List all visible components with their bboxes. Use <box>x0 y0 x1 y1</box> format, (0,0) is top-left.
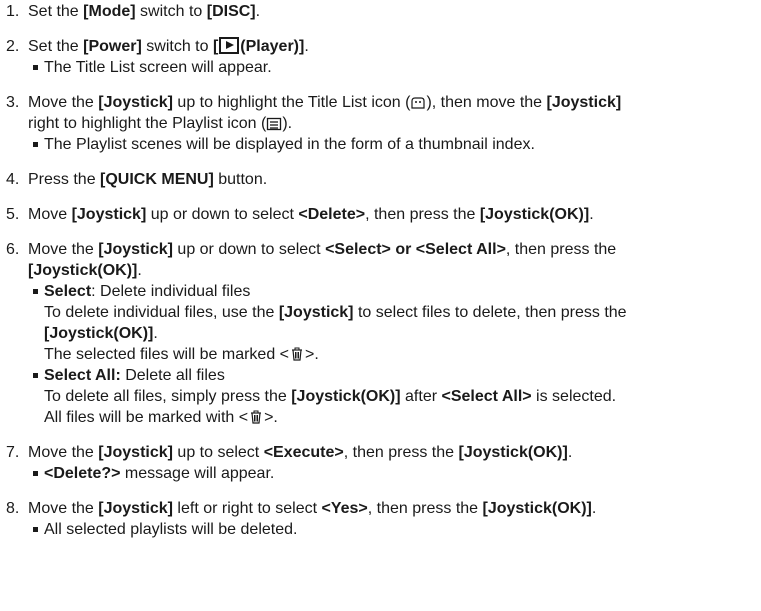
step-7: 7. Move the [Joystick] up to select <Exe… <box>6 442 753 484</box>
title-list-icon <box>411 97 426 109</box>
play-icon <box>219 37 240 54</box>
step-number: 8. <box>6 500 20 517</box>
step-number: 5. <box>6 206 20 223</box>
select-bullet: Select: Delete individual files To delet… <box>28 281 753 365</box>
step-number: 7. <box>6 444 20 461</box>
note-bullet: All selected playlists will be deleted. <box>28 519 753 540</box>
note-bullet: The Playlist scenes will be displayed in… <box>28 134 753 155</box>
step-number: 6. <box>6 241 20 258</box>
note-bullet: The Title List screen will appear. <box>28 57 753 78</box>
select-all-bullet: Select All: Delete all files To delete a… <box>28 365 753 428</box>
step-4: 4. Press the [QUICK MENU] button. <box>6 171 268 188</box>
note-bullet: <Delete?> message will appear. <box>28 463 753 484</box>
instructions: 1. Set the [Mode] switch to [DISC]. 2. S… <box>0 0 761 540</box>
step-number: 1. <box>6 3 20 20</box>
playlist-icon <box>267 117 282 131</box>
step-number: 4. <box>6 171 20 188</box>
step-5: 5. Move [Joystick] up or down to select … <box>6 206 594 223</box>
trash-icon <box>251 410 262 424</box>
step-3: 3. Move the [Joystick] up to highlight t… <box>6 92 753 155</box>
step-6: 6. Move the [Joystick] up or down to sel… <box>6 239 753 428</box>
step-number: 3. <box>6 94 20 111</box>
step-8: 8. Move the [Joystick] left or right to … <box>6 498 753 540</box>
step-2: 2. Set the [Power] switch to [(Player)].… <box>6 36 753 78</box>
trash-icon <box>292 347 302 361</box>
step-1: 1. Set the [Mode] switch to [DISC]. <box>6 3 261 20</box>
step-number: 2. <box>6 38 20 55</box>
